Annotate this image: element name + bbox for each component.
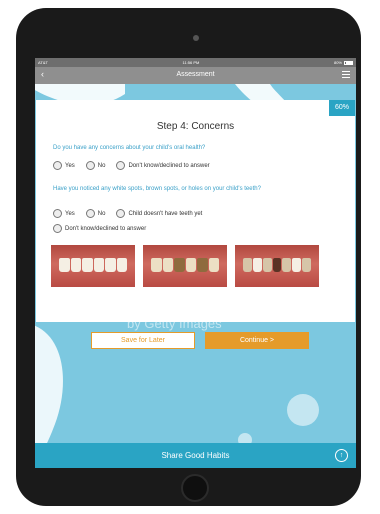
teeth-photo-white-spots: [51, 245, 135, 287]
camera-icon: [193, 35, 199, 41]
radio-icon[interactable]: [85, 161, 95, 170]
question-2-text: Have you noticed any white spots, brown …: [53, 186, 261, 192]
q2-option-no-teeth[interactable]: Child doesn't have teeth yet: [116, 209, 202, 218]
progress-badge: 60%: [329, 100, 355, 116]
teeth-photo-holes: [235, 245, 319, 287]
carrier-label: AT&T: [38, 60, 48, 65]
question-1-options: Yes No Don't know/declined to answer: [53, 161, 221, 170]
question-1-text: Do you have any concerns about your chil…: [53, 145, 206, 151]
question-card: 60% Step 4: Concerns Do you have any con…: [36, 100, 355, 322]
footer-bar: Share Good Habits ↑: [35, 443, 356, 468]
home-button[interactable]: [181, 474, 209, 502]
status-bar: AT&T 11:56 PM 80%: [35, 58, 356, 67]
q1-option-no[interactable]: No: [85, 161, 105, 170]
radio-icon[interactable]: [53, 224, 62, 233]
app-screen: AT&T 11:56 PM 80% ‹ Assessment 60% Step …: [35, 58, 356, 468]
nav-bar: ‹ Assessment: [35, 67, 356, 84]
continue-button[interactable]: Continue >: [205, 332, 309, 349]
share-icon[interactable]: ↑: [335, 449, 348, 462]
step-title: Step 4: Concerns: [156, 121, 235, 132]
share-good-habits-label[interactable]: Share Good Habits: [35, 451, 356, 460]
radio-icon[interactable]: [116, 209, 126, 218]
save-for-later-button[interactable]: Save for Later: [91, 332, 195, 349]
q2-option-dont-know[interactable]: Don't know/declined to answer: [53, 224, 146, 233]
q1-option-yes[interactable]: Yes: [53, 161, 75, 170]
question-2-options-row2: Don't know/declined to answer: [53, 224, 157, 233]
battery-icon: [344, 60, 353, 65]
question-2-options: Yes No Child doesn't have teeth yet: [53, 209, 213, 218]
watermark: by Getty Images: [127, 316, 222, 331]
page-title: Assessment: [176, 71, 215, 78]
q2-option-yes[interactable]: Yes: [53, 209, 75, 218]
radio-icon[interactable]: [116, 161, 126, 170]
example-photos: [51, 245, 319, 287]
q2-option-no[interactable]: No: [85, 209, 105, 218]
battery-percent: 80%: [333, 60, 342, 65]
status-time: 11:56 PM: [182, 60, 200, 65]
hamburger-menu-icon[interactable]: [342, 71, 350, 78]
teeth-photo-brown-spots: [143, 245, 227, 287]
radio-icon[interactable]: [53, 161, 62, 170]
radio-icon[interactable]: [53, 209, 62, 218]
q1-option-dont-know[interactable]: Don't know/declined to answer: [116, 161, 210, 170]
radio-icon[interactable]: [85, 209, 95, 218]
